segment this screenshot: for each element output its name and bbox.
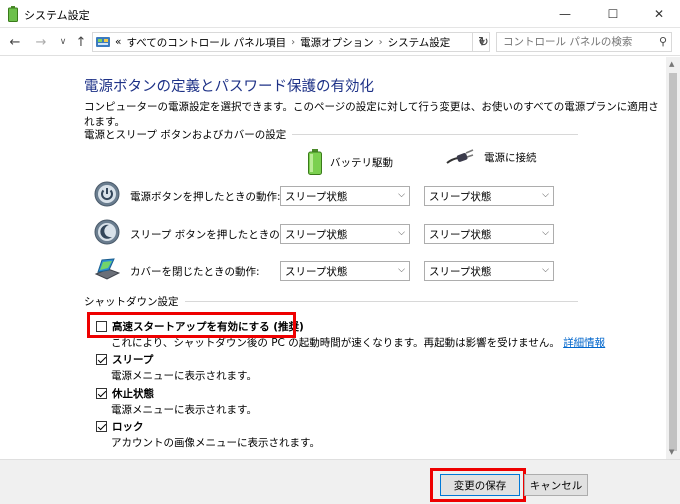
battery-column-header: バッテリ駆動 [308, 149, 393, 175]
vertical-scrollbar[interactable]: ▲ ▼ [666, 57, 680, 459]
breadcrumb-separator-icon: › [291, 36, 296, 48]
scroll-down-icon[interactable]: ▼ [669, 448, 674, 456]
hibernate-description: 電源メニューに表示されます。 [111, 404, 257, 416]
lock-checkbox[interactable] [96, 421, 107, 432]
lid-close-plugged-select[interactable]: スリープ状態 ⌵ [424, 261, 554, 281]
save-changes-button[interactable]: 変更の保存 [440, 474, 520, 496]
minimize-button[interactable]: — [542, 0, 588, 28]
select-value: スリープ状態 [285, 190, 348, 203]
hibernate-option[interactable]: 休止状態 [96, 386, 154, 401]
fast-startup-highlight [87, 312, 296, 338]
battery-icon [308, 149, 322, 175]
shutdown-section-title: シャットダウン設定 [84, 294, 185, 309]
page-title: 電源ボタンの定義とパスワード保護の有効化 [84, 79, 374, 95]
chevron-down-icon: ⌵ [398, 265, 405, 275]
battery-column-label: バッテリ駆動 [330, 156, 393, 169]
breadcrumb-prefix: « [115, 36, 122, 48]
breadcrumb-control-panel[interactable]: すべてのコントロール パネル項目 [126, 35, 286, 50]
title-bar: システム設定 — ☐ ✕ [0, 0, 680, 28]
address-bar[interactable]: « すべてのコントロール パネル項目 › 電源オプション › システム設定 ▼ [92, 32, 490, 52]
page-description: コンピューターの電源設定を選択できます。このページの設定に対して行う変更は、お使… [84, 101, 659, 128]
scroll-up-icon[interactable]: ▲ [669, 60, 674, 68]
sleep-button-icon [94, 219, 120, 245]
scrollbar-thumb[interactable] [669, 73, 677, 451]
back-button[interactable]: ← [6, 32, 24, 52]
lid-close-battery-select[interactable]: スリープ状態 ⌵ [280, 261, 410, 281]
chevron-down-icon: ⌵ [542, 265, 549, 275]
sleep-button-plugged-select[interactable]: スリープ状態 ⌵ [424, 224, 554, 244]
power-button-plugged-select[interactable]: スリープ状態 ⌵ [424, 186, 554, 206]
plugged-column-header: 電源に接続 [446, 149, 537, 165]
sleep-option[interactable]: スリープ [96, 352, 153, 367]
search-icon[interactable]: ⚲ [659, 35, 667, 48]
power-section-title: 電源とスリープ ボタンおよびカバーの設定 [84, 127, 293, 142]
chevron-down-icon: ⌵ [542, 190, 549, 200]
more-info-link[interactable]: 詳細情報 [563, 337, 605, 349]
lock-label[interactable]: ロック [112, 419, 144, 434]
refresh-button[interactable]: ↻ [472, 32, 494, 52]
sleep-button-action-label: スリープ ボタンを押したときの動作: [130, 229, 305, 241]
chevron-down-icon: ⌵ [398, 190, 405, 200]
lock-option[interactable]: ロック [96, 419, 144, 434]
sleep-label[interactable]: スリープ [112, 352, 153, 367]
power-button-battery-select[interactable]: スリープ状態 ⌵ [280, 186, 410, 206]
recent-locations-button[interactable]: ∨ [54, 32, 72, 52]
power-button-icon [94, 181, 120, 207]
chevron-down-icon: ⌵ [542, 228, 549, 238]
forward-button[interactable]: → [32, 32, 50, 52]
control-panel-icon [96, 37, 110, 47]
hibernate-label[interactable]: 休止状態 [112, 386, 154, 401]
select-value: スリープ状態 [285, 228, 348, 241]
fast-startup-desc-text: これにより、シャットダウン後の PC の起動時間が速くなります。再起動は影響を受… [111, 337, 560, 349]
breadcrumb-separator-icon: › [378, 36, 383, 48]
up-button[interactable]: ↑ [72, 32, 90, 52]
sleep-button-battery-select[interactable]: スリープ状態 ⌵ [280, 224, 410, 244]
power-plug-icon [446, 149, 474, 164]
select-value: スリープ状態 [285, 265, 348, 278]
breadcrumb-power-options[interactable]: 電源オプション [300, 35, 374, 50]
cancel-button[interactable]: キャンセル [524, 474, 588, 496]
breadcrumb-system-settings[interactable]: システム設定 [388, 35, 451, 50]
chevron-down-icon: ⌵ [398, 228, 405, 238]
footer-bar: 変更の保存 キャンセル [0, 459, 680, 504]
sleep-description: 電源メニューに表示されます。 [111, 370, 257, 382]
maximize-button[interactable]: ☐ [590, 0, 636, 28]
lid-close-action-label: カバーを閉じたときの動作: [130, 266, 260, 278]
navigation-bar: ← → ∨ ↑ « すべてのコントロール パネル項目 › 電源オプション › シ… [0, 28, 680, 56]
laptop-lid-icon [94, 258, 120, 280]
plugged-column-label: 電源に接続 [484, 151, 537, 164]
search-input[interactable] [503, 36, 653, 48]
select-value: スリープ状態 [429, 190, 492, 203]
window-title: システム設定 [24, 9, 90, 22]
main-content: 電源ボタンの定義とパスワード保護の有効化 コンピューターの電源設定を選択できます… [0, 57, 666, 459]
select-value: スリープ状態 [429, 265, 492, 278]
search-box[interactable]: ⚲ [496, 32, 672, 52]
battery-app-icon [8, 6, 18, 22]
close-button[interactable]: ✕ [636, 0, 680, 28]
lock-description: アカウントの画像メニューに表示されます。 [111, 437, 320, 449]
power-button-action-label: 電源ボタンを押したときの動作: [130, 191, 281, 203]
select-value: スリープ状態 [429, 228, 492, 241]
sleep-checkbox[interactable] [96, 354, 107, 365]
hibernate-checkbox[interactable] [96, 388, 107, 399]
